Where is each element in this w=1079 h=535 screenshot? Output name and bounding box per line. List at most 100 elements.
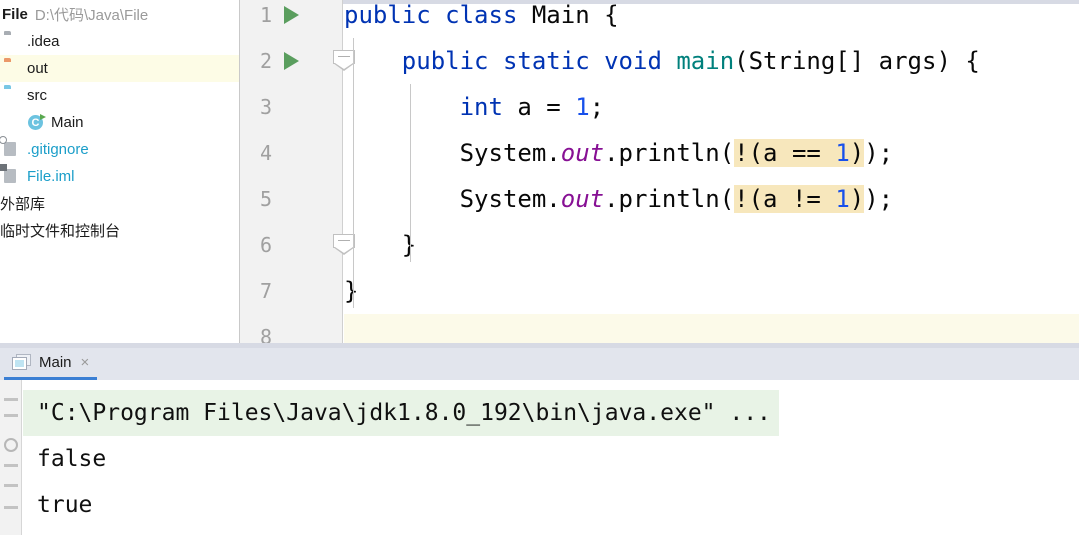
- project-name: File: [2, 5, 28, 23]
- code-token: !(a ==: [734, 139, 836, 167]
- scroll-to-end-icon[interactable]: [4, 506, 18, 509]
- ide-window: File D:\代码\Java\File .idea out src C Main .gi…: [0, 0, 1079, 535]
- tree-item-.idea[interactable]: .idea: [0, 28, 239, 55]
- code-token: .println(: [604, 185, 735, 213]
- run-gutter-icon[interactable]: [284, 6, 299, 24]
- code-line-1[interactable]: public class Main {: [344, 0, 1079, 38]
- rerun-icon[interactable]: [4, 398, 18, 401]
- line-number: 2: [259, 49, 272, 73]
- run-configuration-icon: [12, 354, 31, 371]
- code-token: (String[] args) {: [734, 47, 980, 75]
- code-token: ): [849, 139, 865, 167]
- code-token: ): [849, 185, 865, 213]
- close-icon[interactable]: ×: [81, 355, 90, 370]
- line-number: 4: [259, 141, 272, 165]
- line-number: 3: [259, 95, 272, 119]
- gutter-line-2[interactable]: 2: [240, 38, 343, 84]
- print-icon[interactable]: [4, 464, 18, 467]
- project-tool-window: File D:\代码\Java\File .idea out src C Main .gi…: [0, 0, 240, 348]
- code-token: main: [676, 47, 735, 75]
- code-token: void: [604, 47, 662, 75]
- console-tab-main[interactable]: Main ×: [4, 348, 98, 380]
- code-token: 1: [575, 93, 590, 121]
- tree-item-label: File.iml: [27, 168, 75, 185]
- folder-orange-icon: [4, 60, 21, 77]
- gutter-line-5[interactable]: 5: [240, 176, 343, 222]
- tree-item-label: Main: [51, 114, 84, 131]
- gutter-line-6[interactable]: 6: [240, 222, 343, 268]
- code-token: public: [401, 47, 489, 75]
- code-token: int: [459, 93, 503, 121]
- console-side-toolbar[interactable]: [0, 380, 22, 535]
- gutter-line-3[interactable]: 3: [240, 84, 343, 130]
- tree-item-label: .idea: [27, 33, 60, 50]
- project-root-row[interactable]: File D:\代码\Java\File: [0, 0, 239, 28]
- console-line-wrapper: "C:\Program Files\Java\jdk1.8.0_192\bin\…: [23, 390, 1079, 436]
- project-path: D:\代码\Java\File: [34, 6, 149, 24]
- line-number: 1: [259, 3, 272, 27]
- code-line-5[interactable]: System. out .println(!(a != 1));: [344, 176, 1079, 222]
- console-command-line: "C:\Program Files\Java\jdk1.8.0_192\bin\…: [23, 390, 779, 436]
- tree-item-out[interactable]: out: [0, 55, 239, 82]
- line-number: 6: [259, 233, 272, 257]
- console-tab-label: Main: [39, 354, 72, 371]
- tree-item-File.iml[interactable]: File.iml: [0, 163, 239, 190]
- folder-blue-icon: [4, 87, 21, 104]
- tree-item-label: 临时文件和控制台: [0, 223, 121, 240]
- file-ignored-icon: [0, 136, 119, 160]
- folder-gray-icon: [4, 33, 21, 50]
- code-line-7[interactable]: }: [344, 268, 1079, 314]
- gutter-line-7[interactable]: 7: [240, 268, 343, 314]
- tree-item-src[interactable]: src: [0, 82, 239, 109]
- tree-item-临时文件和控制台[interactable]: 临时文件和控制台: [0, 217, 239, 244]
- code-line-3[interactable]: int a = 1;: [344, 84, 1079, 130]
- java-class-icon: C: [28, 114, 46, 131]
- code-token: !(a !=: [734, 185, 836, 213]
- code-token: }: [344, 231, 417, 259]
- code-token: System.: [344, 185, 561, 213]
- code-token: public: [344, 1, 431, 29]
- code-token: ;: [589, 93, 605, 121]
- console-output-line: true: [37, 492, 93, 518]
- tree-item-外部库[interactable]: 外部库: [0, 190, 239, 217]
- run-gutter-icon[interactable]: [284, 52, 299, 70]
- code-token: }: [344, 277, 359, 305]
- code-line-6[interactable]: }: [344, 222, 1079, 268]
- tree-item-Main[interactable]: C Main: [0, 109, 239, 136]
- tree-item-label: src: [27, 87, 47, 104]
- code-token: System.: [344, 139, 561, 167]
- stop-icon[interactable]: [4, 414, 18, 417]
- line-number: 5: [259, 187, 272, 211]
- run-tool-window: Main × "C:\Program Files\Java\jdk1.8.0_1…: [0, 348, 1079, 535]
- code-token: Main {: [517, 1, 619, 29]
- settings-icon[interactable]: [4, 438, 18, 452]
- project-tree: .idea out src C Main .gitignore File.iml 外部库临时文…: [0, 28, 239, 244]
- tree-item-label: out: [27, 60, 48, 77]
- code-token: class: [445, 1, 518, 29]
- console-tab-bar: [0, 348, 1079, 380]
- gutter-line-1[interactable]: 1: [240, 0, 343, 38]
- code-token: 1: [835, 139, 850, 167]
- editor-gutter[interactable]: 12345678: [240, 0, 355, 348]
- soft-wrap-icon[interactable]: [4, 484, 18, 487]
- indent-guide-1: [410, 84, 411, 262]
- indent-guide-0: [353, 38, 354, 308]
- line-number: 7: [259, 279, 272, 303]
- gutter-line-4[interactable]: 4: [240, 130, 343, 176]
- code-token: );: [864, 139, 894, 167]
- code-line-4[interactable]: System. out .println(!(a == 1));: [344, 130, 1079, 176]
- tree-item-label: 外部库: [0, 196, 46, 213]
- code-token: .println(: [604, 139, 735, 167]
- console-output[interactable]: "C:\Program Files\Java\jdk1.8.0_192\bin\…: [23, 380, 1079, 535]
- code-line-2[interactable]: public static void main (String[] args) {: [344, 38, 1079, 84]
- code-text-area[interactable]: public class Main { public static void m…: [344, 0, 1079, 348]
- code-token: a =: [502, 93, 576, 121]
- tree-item-.gitignore[interactable]: .gitignore: [0, 136, 239, 163]
- code-token: 1: [835, 185, 850, 213]
- code-token: static: [502, 47, 590, 75]
- code-token: out: [560, 185, 605, 213]
